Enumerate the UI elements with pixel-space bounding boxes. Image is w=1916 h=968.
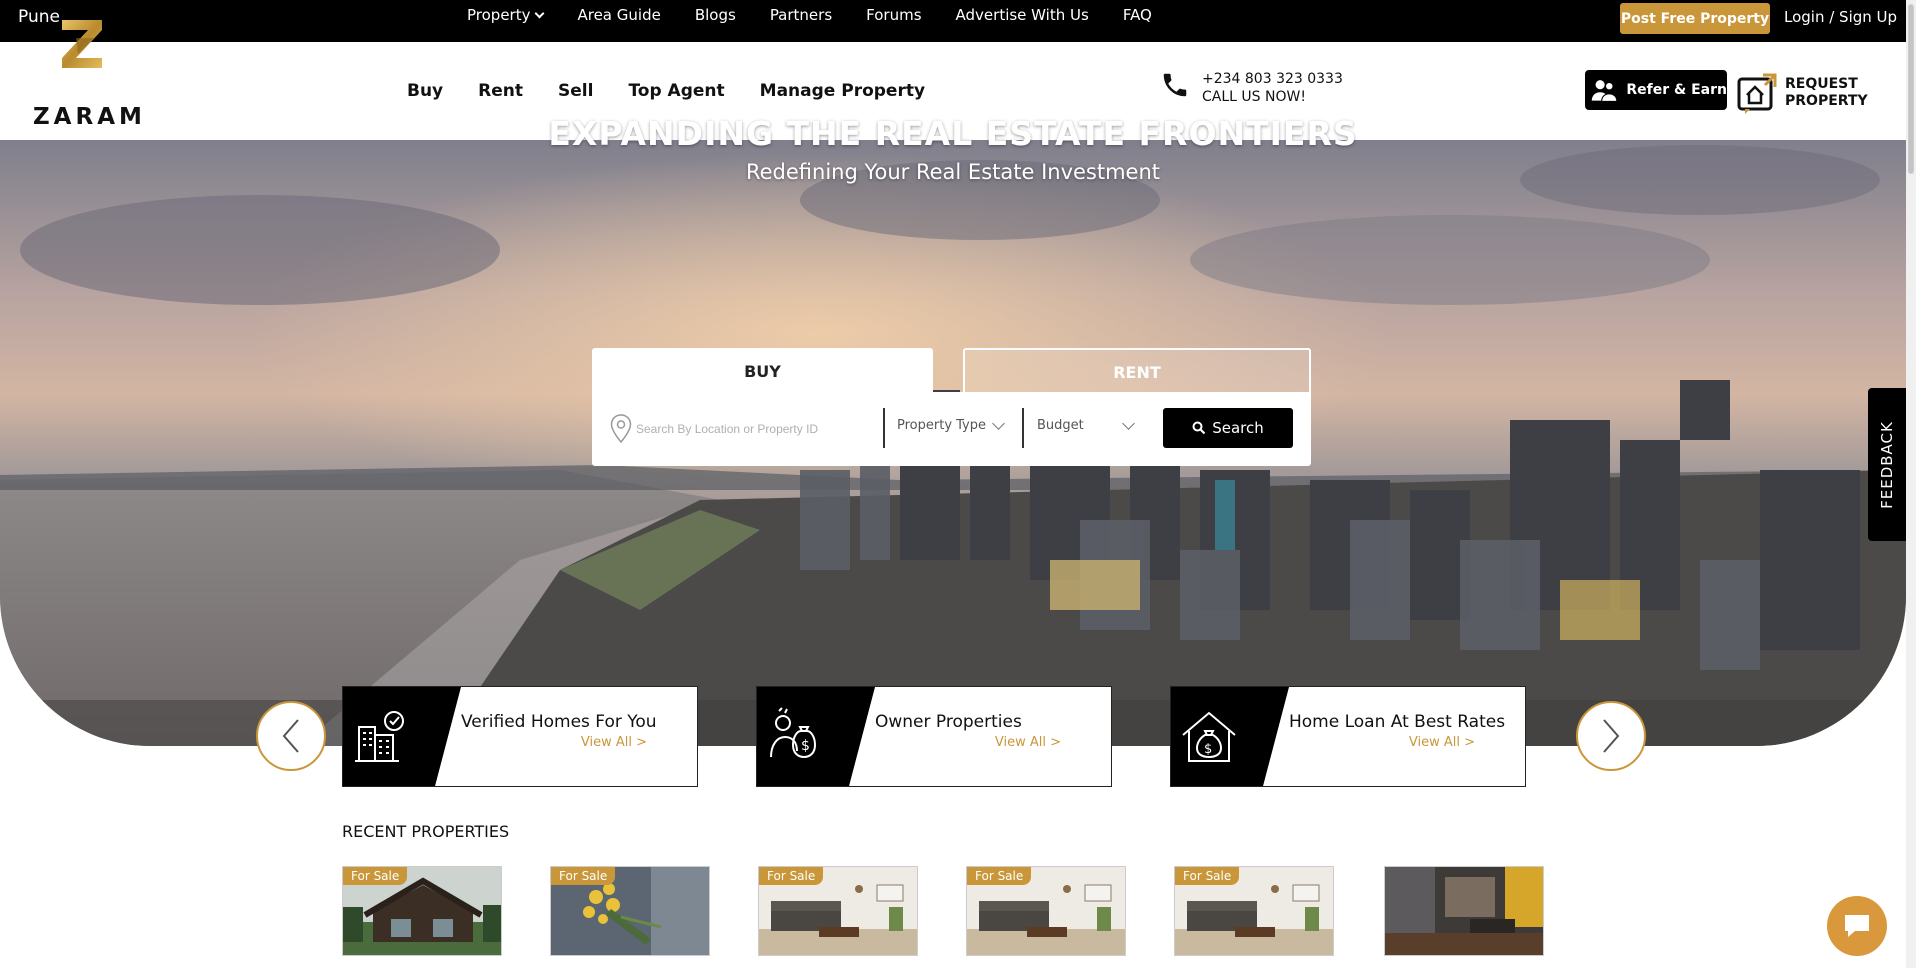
location-pin-icon [610, 414, 632, 444]
request-line-2: PROPERTY [1785, 92, 1868, 109]
budget-select[interactable]: Budget [1037, 416, 1135, 433]
page-scrollbar[interactable] [1906, 0, 1916, 968]
refer-label: Refer & Earn [1626, 82, 1727, 98]
property-type-select[interactable]: Property Type [897, 416, 1005, 433]
divider [1022, 408, 1024, 448]
card-verified-homes[interactable]: Verified Homes For You View All > [342, 686, 698, 787]
top-bar: Pune Property Area Guide Blogs Partners … [0, 0, 1906, 42]
search-button[interactable]: Search [1163, 408, 1293, 448]
card-view-all-link[interactable]: View All > [1409, 735, 1475, 750]
feedback-tab[interactable]: FEEDBACK [1868, 388, 1906, 541]
main-nav: Buy Rent Sell Top Agent Manage Property [407, 81, 960, 101]
request-house-icon [1737, 73, 1777, 114]
top-nav: Property Area Guide Blogs Partners Forum… [467, 6, 1186, 24]
card-title: Verified Homes For You [461, 712, 657, 732]
property-thumbnail[interactable]: For Sale [758, 866, 918, 956]
chat-button[interactable] [1827, 896, 1887, 956]
card-view-all-link[interactable]: View All > [581, 735, 647, 750]
tab-rent[interactable]: RENT [963, 348, 1311, 394]
hero-subtitle: Redefining Your Real Estate Investment [745, 160, 1161, 184]
for-sale-badge: For Sale [967, 867, 1032, 885]
top-nav-forums[interactable]: Forums [866, 6, 921, 24]
property-thumbnail[interactable]: For Sale [550, 866, 710, 956]
feedback-label: FEEDBACK [1878, 420, 1897, 509]
users-icon [1591, 80, 1618, 102]
property-thumbnail[interactable]: For Sale [342, 866, 502, 956]
property-thumbnail[interactable]: For Sale [1174, 866, 1334, 956]
top-nav-partners[interactable]: Partners [770, 6, 832, 24]
phone-icon [1163, 73, 1187, 97]
recent-properties-title: RECENT PROPERTIES [342, 822, 510, 841]
nav-rent[interactable]: Rent [478, 81, 523, 101]
top-nav-area-guide[interactable]: Area Guide [577, 6, 660, 24]
house-loan-icon: $ [1182, 711, 1236, 762]
search-icon [1192, 421, 1206, 435]
property-thumbnail[interactable] [1384, 866, 1544, 956]
card-view-all-link[interactable]: View All > [995, 735, 1061, 750]
property-thumbnail[interactable]: For Sale [966, 866, 1126, 956]
search-button-label: Search [1212, 419, 1264, 437]
nav-buy[interactable]: Buy [407, 81, 443, 101]
chat-bubble-icon [1845, 915, 1869, 937]
building-verified-icon [355, 711, 404, 762]
card-owner-properties[interactable]: $ Owner Properties View All > [756, 686, 1112, 787]
nav-top-agent[interactable]: Top Agent [628, 81, 724, 101]
top-nav-property[interactable]: Property [467, 6, 545, 24]
for-sale-badge: For Sale [551, 867, 616, 885]
chevron-left-icon [282, 719, 299, 753]
chevron-right-icon [1603, 719, 1620, 753]
carousel-next-button[interactable] [1576, 701, 1646, 771]
for-sale-badge: For Sale [1175, 867, 1240, 885]
search-input[interactable] [636, 414, 866, 444]
divider [883, 408, 885, 448]
refer-earn-button[interactable]: Refer & Earn [1585, 70, 1727, 110]
scrollbar-thumb[interactable] [1908, 4, 1914, 174]
property-type-label: Property Type [897, 418, 987, 433]
property-image-interior-dark [1385, 867, 1543, 955]
request-line-1: REQUEST [1785, 75, 1858, 92]
phone-cta: CALL US NOW! [1202, 89, 1306, 105]
chevron-down-icon [535, 8, 545, 18]
budget-label: Budget [1037, 418, 1084, 433]
request-label: REQUEST PROPERTY [1785, 76, 1868, 110]
nav-sell[interactable]: Sell [558, 81, 593, 101]
top-nav-label: Property [467, 6, 531, 24]
zaram-logo[interactable] [32, 16, 136, 90]
svg-text:$: $ [801, 738, 810, 754]
search-panel: Property Type Budget Search [592, 392, 1311, 466]
card-home-loan[interactable]: $ Home Loan At Best Rates View All > [1170, 686, 1526, 787]
chevron-down-icon [992, 416, 1005, 430]
card-title: Owner Properties [875, 712, 1022, 732]
card-title: Home Loan At Best Rates [1289, 712, 1506, 732]
for-sale-badge: For Sale [759, 867, 824, 885]
top-nav-faq[interactable]: FAQ [1123, 6, 1152, 24]
login-signup-link[interactable]: Login / Sign Up [1784, 8, 1897, 26]
carousel-prev-button[interactable] [256, 701, 326, 771]
top-nav-advertise[interactable]: Advertise With Us [956, 6, 1089, 24]
post-free-property-button[interactable]: Post Free Property [1620, 3, 1770, 34]
top-nav-blogs[interactable]: Blogs [695, 6, 736, 24]
request-property-button[interactable]: REQUEST PROPERTY [1737, 70, 1877, 115]
hero-title: EXPANDING THE REAL ESTATE FRONTIERS [548, 114, 1358, 153]
tab-buy[interactable]: BUY [592, 348, 933, 394]
chevron-down-icon [1121, 416, 1135, 430]
for-sale-badge: For Sale [343, 867, 408, 885]
svg-text:$: $ [1204, 742, 1212, 757]
phone-number: +234 803 323 0333 [1202, 71, 1343, 87]
owner-money-icon: $ [770, 707, 817, 759]
phone-contact[interactable]: +234 803 323 0333 CALL US NOW! [1202, 70, 1343, 106]
nav-manage-property[interactable]: Manage Property [760, 81, 925, 101]
